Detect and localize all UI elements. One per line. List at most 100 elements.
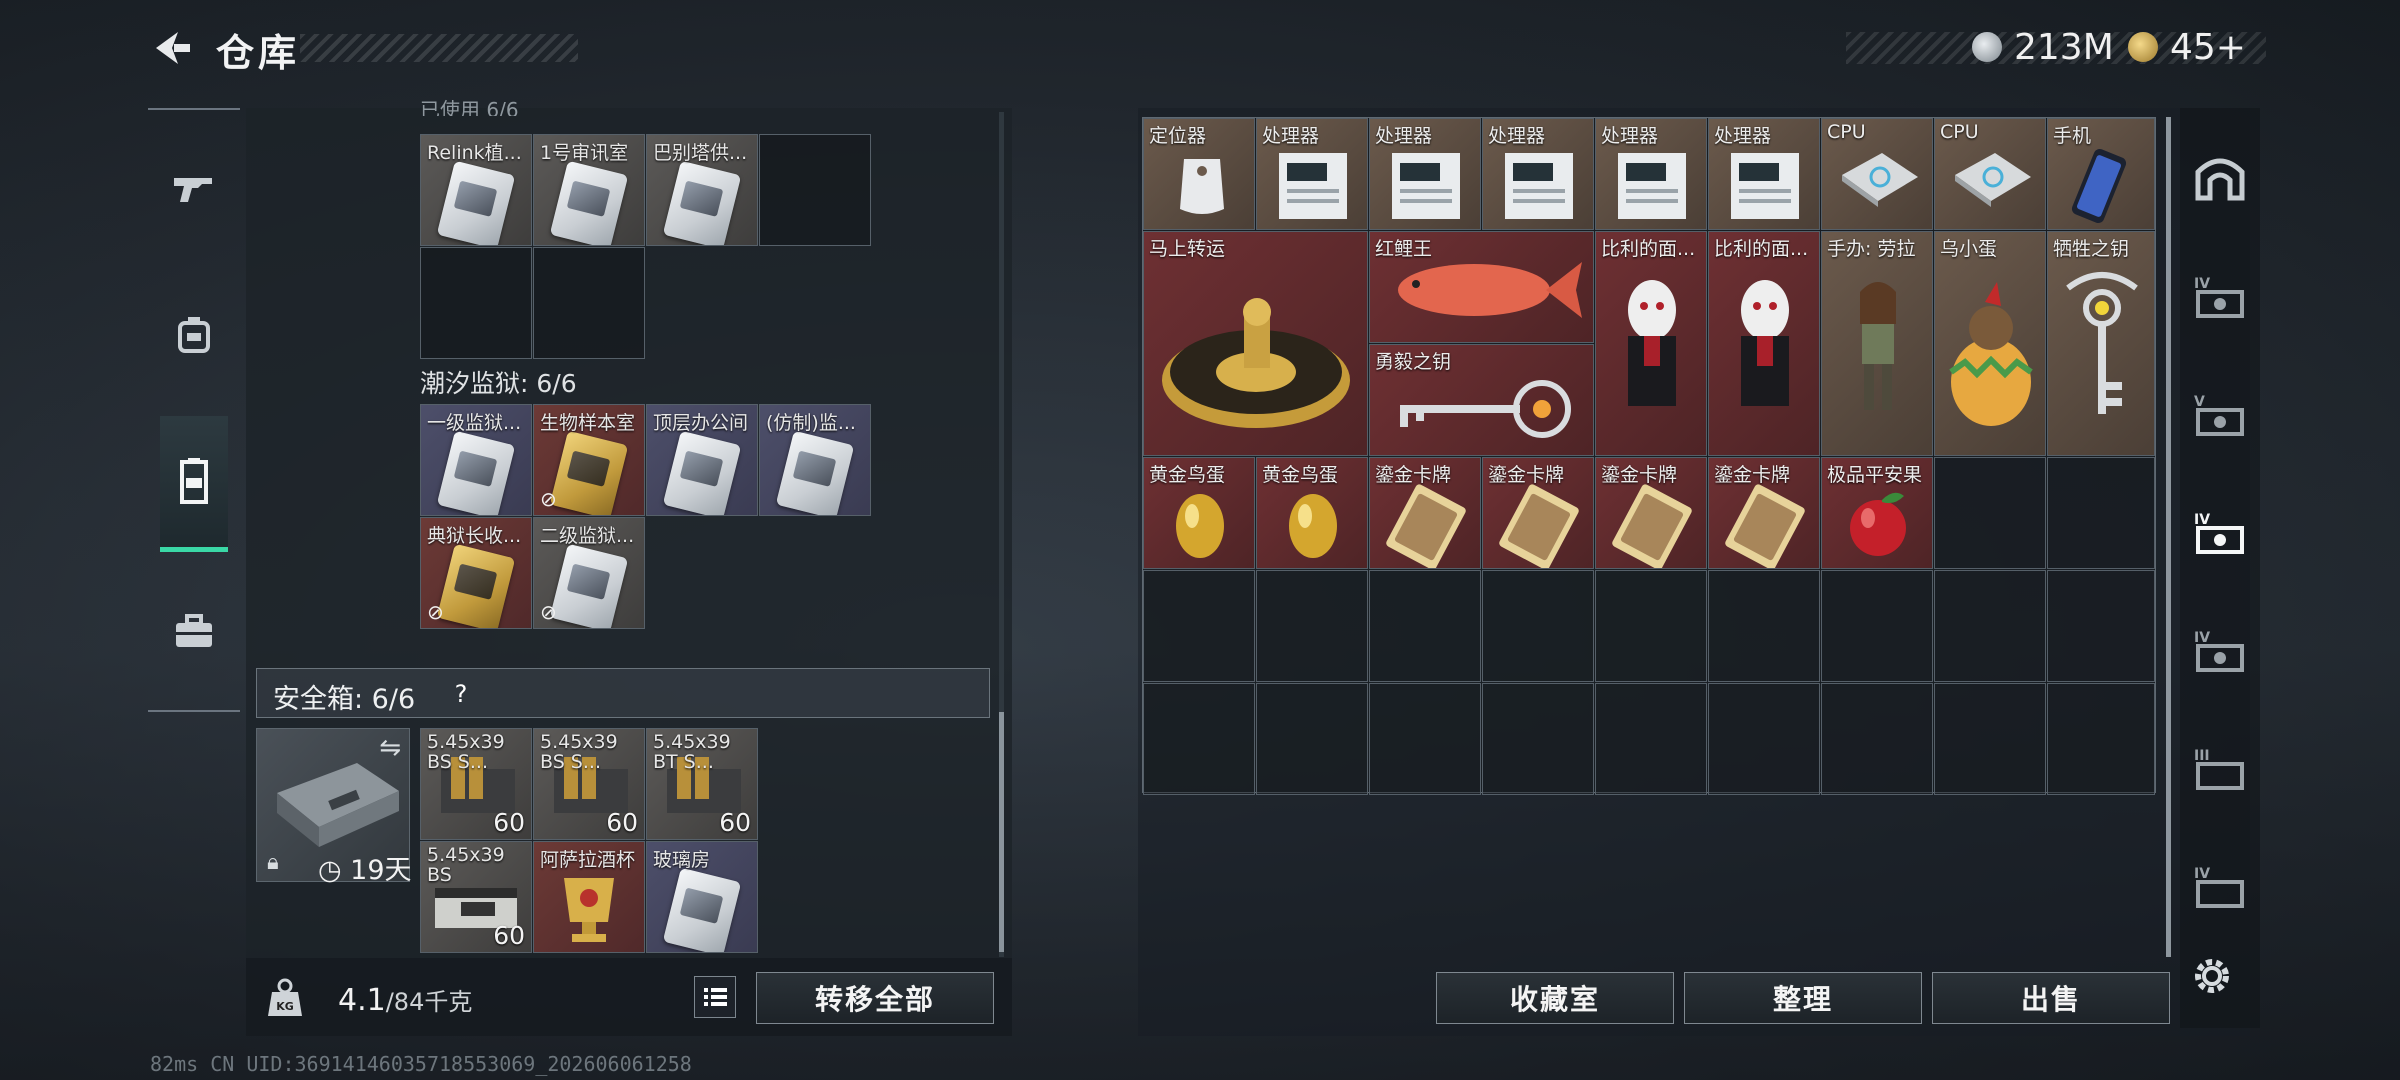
back-arrow-icon[interactable]: [148, 26, 192, 70]
key-slot[interactable]: 1号审讯室: [533, 134, 645, 246]
empty-stash-slot[interactable]: [1934, 683, 2046, 795]
stash-slot[interactable]: 处理器: [1369, 118, 1481, 230]
stash-tab-4a[interactable]: IV: [2190, 266, 2250, 326]
keycard-icon: [436, 160, 516, 245]
empty-stash-slot[interactable]: [1595, 683, 1707, 795]
stash-slot[interactable]: 极品平安果: [1821, 457, 1933, 569]
svg-text:III: III: [2194, 748, 2210, 764]
empty-stash-slot[interactable]: [1821, 570, 1933, 682]
stash-slot[interactable]: 黄金鸟蛋: [1143, 457, 1255, 569]
stash-tab-4d[interactable]: IV: [2190, 856, 2250, 916]
empty-stash-slot[interactable]: [1482, 683, 1594, 795]
key-slot[interactable]: 二级监狱... ⊘: [533, 517, 645, 629]
empty-slot[interactable]: [420, 247, 532, 359]
empty-stash-slot[interactable]: [1369, 570, 1481, 682]
ammo-slot[interactable]: 5.45x39 BS S... 60: [533, 728, 645, 840]
transfer-all-button[interactable]: 转移全部: [756, 972, 994, 1024]
stash-slot-tall[interactable]: 比利的面...: [1595, 231, 1707, 456]
ammo-slot[interactable]: 5.45x39 BS 60: [420, 841, 532, 953]
empty-stash-slot[interactable]: [1595, 570, 1707, 682]
empty-stash-slot[interactable]: [1708, 570, 1820, 682]
item-label: 处理器: [1488, 125, 1546, 147]
item-label: 阿萨拉酒杯: [540, 849, 636, 871]
item-label: 鎏金卡牌: [1714, 464, 1791, 486]
ammo-slot[interactable]: 5.45x39 BT S... 60: [646, 728, 758, 840]
safe-timer: ◷ 19天: [318, 855, 412, 886]
left-scrollbar[interactable]: [999, 112, 1004, 957]
stash-slot-tall[interactable]: 乌小蛋: [1934, 231, 2046, 456]
item-label: 乌小蛋: [1940, 238, 1998, 260]
key-slot[interactable]: 一级监狱...: [420, 404, 532, 516]
stash-slot-tall[interactable]: 比利的面...: [1708, 231, 1820, 456]
stash-tab-main[interactable]: [2190, 148, 2250, 208]
item-slot[interactable]: 阿萨拉酒杯: [533, 841, 645, 953]
sell-button[interactable]: 出售: [1932, 972, 2170, 1024]
stash-slot[interactable]: 处理器: [1595, 118, 1707, 230]
stash-slot[interactable]: 鎏金卡牌: [1369, 457, 1481, 569]
empty-stash-slot[interactable]: [2047, 683, 2155, 795]
help-icon[interactable]: ?: [445, 678, 477, 710]
swap-icon[interactable]: ⇋: [379, 733, 401, 763]
right-scrollbar[interactable]: [2166, 117, 2171, 957]
item-label: 定位器: [1149, 125, 1207, 147]
ammo-slot[interactable]: 5.45x39 BS S... 60: [420, 728, 532, 840]
stash-slot-wide[interactable]: 红鲤王: [1369, 231, 1594, 343]
svg-text:IV: IV: [2194, 512, 2210, 528]
rail-backpack[interactable]: [160, 290, 228, 380]
stash-tab-4b-active[interactable]: IV: [2190, 502, 2250, 562]
stash-slot-large[interactable]: 马上转运: [1143, 231, 1368, 456]
title-decoration: [300, 34, 578, 62]
left-scrollbar-thumb[interactable]: [999, 712, 1004, 952]
empty-stash-slot[interactable]: [1482, 570, 1594, 682]
key-slot[interactable]: (仿制)监...: [759, 404, 871, 516]
key-slot[interactable]: 巴别塔供...: [646, 134, 758, 246]
key-slot[interactable]: 典狱长收... ⊘: [420, 517, 532, 629]
collection-room-button[interactable]: 收藏室: [1436, 972, 1674, 1024]
empty-stash-slot[interactable]: [1934, 457, 2046, 569]
empty-stash-slot[interactable]: [2047, 570, 2155, 682]
item-label: 勇毅之钥: [1375, 351, 1452, 373]
stash-slot[interactable]: 鎏金卡牌: [1708, 457, 1820, 569]
stash-slot[interactable]: 处理器: [1256, 118, 1368, 230]
svg-text:IV: IV: [2194, 866, 2210, 882]
settings-gear-icon[interactable]: [2188, 952, 2236, 1000]
weight-readout: 4.1/84千克: [338, 982, 472, 1018]
stash-slot[interactable]: 处理器: [1708, 118, 1820, 230]
stash-slot[interactable]: 手机: [2047, 118, 2155, 230]
stash-tab-5[interactable]: V: [2190, 384, 2250, 444]
empty-stash-slot[interactable]: [1934, 570, 2046, 682]
stash-slot-tall[interactable]: 手办: 劳拉: [1821, 231, 1933, 456]
key-slot[interactable]: 玻璃房: [646, 841, 758, 953]
list-view-button[interactable]: [694, 976, 736, 1018]
empty-stash-slot[interactable]: [1143, 683, 1255, 795]
empty-slot[interactable]: [759, 134, 871, 246]
stash-slot-wide[interactable]: 勇毅之钥: [1369, 344, 1594, 456]
empty-stash-slot[interactable]: [1821, 683, 1933, 795]
stash-slot[interactable]: 鎏金卡牌: [1482, 457, 1594, 569]
rail-weapons[interactable]: [160, 144, 228, 234]
empty-stash-slot[interactable]: [1256, 570, 1368, 682]
empty-stash-slot[interactable]: [1369, 683, 1481, 795]
stash-slot[interactable]: CPU: [1821, 118, 1933, 230]
empty-stash-slot[interactable]: [1256, 683, 1368, 795]
stash-slot[interactable]: 定位器: [1143, 118, 1255, 230]
sort-button[interactable]: 整理: [1684, 972, 1922, 1024]
stash-slot[interactable]: CPU: [1934, 118, 2046, 230]
empty-stash-slot[interactable]: [1143, 570, 1255, 682]
rail-toolbox[interactable]: [160, 586, 228, 676]
empty-stash-slot[interactable]: [1708, 683, 1820, 795]
broken-card-icon: ⊘: [427, 600, 444, 624]
rail-vest[interactable]: [160, 416, 228, 552]
stash-tab-4c[interactable]: IV: [2190, 620, 2250, 680]
key-slot[interactable]: 顶层办公间: [646, 404, 758, 516]
key-slot[interactable]: 生物样本室 ⊘: [533, 404, 645, 516]
stash-slot-tall[interactable]: 牺牲之钥: [2047, 231, 2155, 456]
stash-slot[interactable]: 鎏金卡牌: [1595, 457, 1707, 569]
stash-slot[interactable]: 黄金鸟蛋: [1256, 457, 1368, 569]
safe-tier4-active-icon: IV: [2194, 512, 2244, 554]
empty-slot[interactable]: [533, 247, 645, 359]
empty-stash-slot[interactable]: [2047, 457, 2155, 569]
stash-tab-3[interactable]: III: [2190, 738, 2250, 798]
key-slot[interactable]: Relink植...: [420, 134, 532, 246]
stash-slot[interactable]: 处理器: [1482, 118, 1594, 230]
